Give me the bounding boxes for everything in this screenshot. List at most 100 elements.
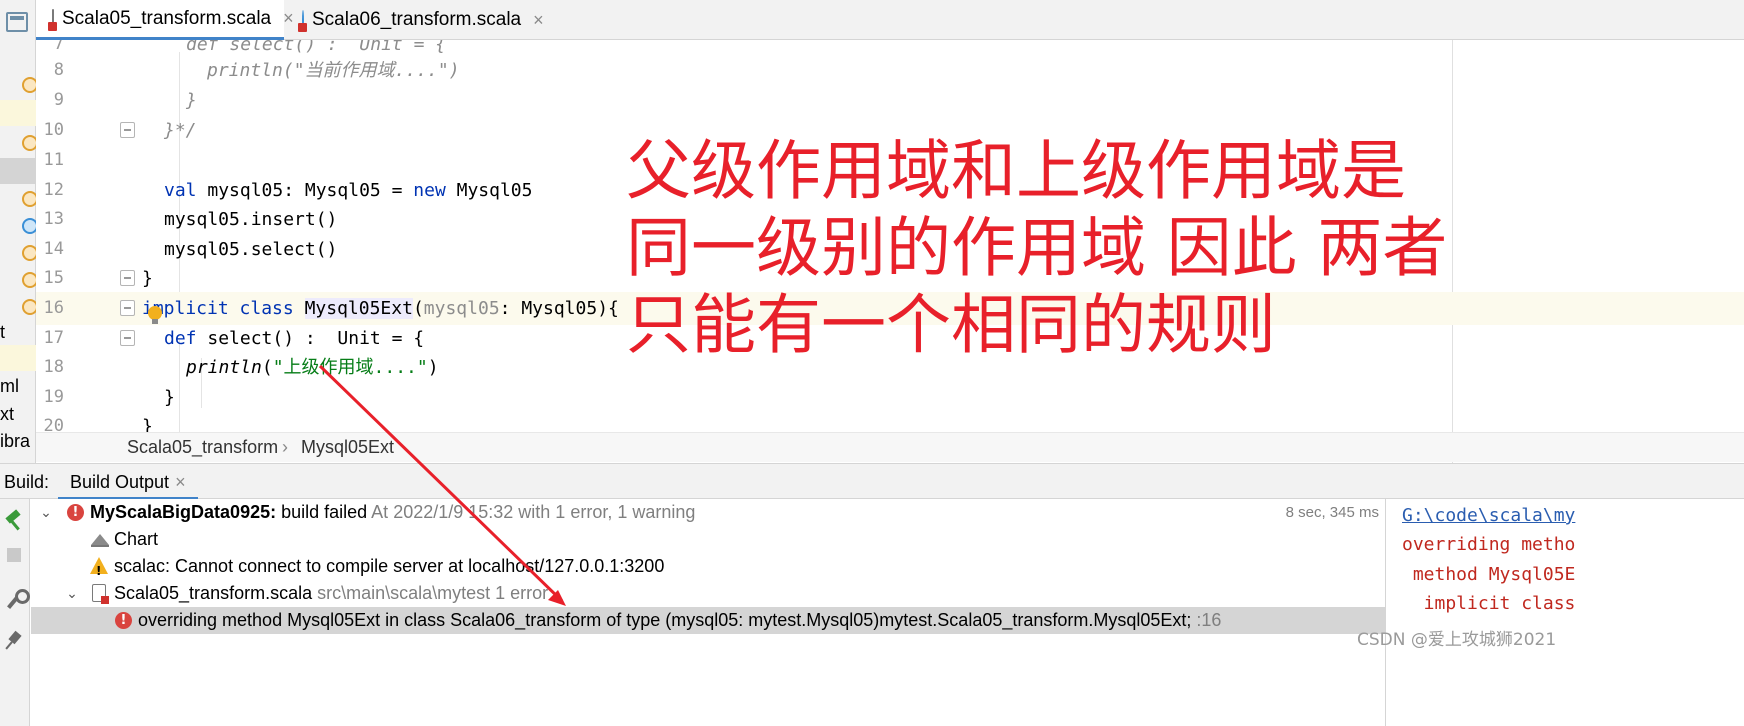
project-tree-row[interactable]	[0, 294, 38, 320]
line-number: 13	[43, 209, 64, 229]
build-output-tree: ⌄ MyScalaBigData0925: build failed At 20…	[31, 499, 1385, 726]
tree-row-file[interactable]: ⌄ Scala05_transform.scala src\main\scala…	[31, 580, 1385, 607]
error-line-number: :16	[1191, 610, 1222, 630]
intention-bulb-icon[interactable]	[148, 306, 162, 324]
project-tree-row[interactable]	[0, 345, 36, 371]
project-tree-row[interactable]	[0, 130, 38, 156]
project-view-icon[interactable]	[6, 12, 28, 32]
breadcrumb: Scala05_transform › Mysql05Ext	[36, 432, 1744, 462]
project-tree-row[interactable]	[0, 267, 38, 293]
build-toolbar	[0, 499, 30, 726]
code-token: )	[448, 60, 460, 81]
code-line[interactable]: 8 println("当前作用域....")	[36, 54, 1744, 87]
code-token: val	[164, 180, 197, 201]
code-token: mysql05.insert()	[164, 209, 338, 230]
breadcrumb-item[interactable]: Mysql05Ext	[301, 437, 394, 458]
build-hammer-icon[interactable]	[4, 509, 26, 531]
chevron-down-icon[interactable]: ⌄	[39, 499, 53, 526]
build-detail: At 2022/1/9 15:32 with 1 error, 1 warnin…	[367, 502, 696, 522]
tree-row-build-result[interactable]: ⌄ MyScalaBigData0925: build failed At 20…	[31, 499, 1385, 526]
line-number: 15	[43, 268, 64, 288]
fold-toggle-icon[interactable]	[120, 330, 135, 346]
fold-toggle-icon[interactable]	[120, 300, 135, 316]
code-token: }*/	[164, 120, 197, 141]
project-tree-row[interactable]	[0, 213, 38, 239]
project-tree-fragment: t	[0, 322, 6, 342]
error-icon	[67, 499, 84, 526]
fold-toggle-icon[interactable]	[120, 122, 135, 138]
pin-icon[interactable]	[4, 629, 26, 651]
tab-build-output[interactable]: Build Output ×	[58, 464, 198, 500]
settings-wrench-icon[interactable]	[4, 589, 30, 611]
project-tree-fragment: xt	[0, 404, 15, 424]
close-icon[interactable]: ×	[175, 472, 186, 492]
build-tool-window-header: Build: Build Output ×	[0, 463, 1744, 500]
code-token: }	[186, 90, 197, 111]
console-line: implicit class	[1402, 593, 1576, 614]
fold-toggle-icon[interactable]	[120, 270, 135, 286]
editor-tab-bar: Scala05_transform.scala × Scala06_transf…	[36, 0, 1744, 40]
stop-icon[interactable]	[4, 545, 26, 567]
tab-label: Scala05_transform.scala	[62, 7, 272, 29]
chevron-down-icon[interactable]: ⌄	[65, 580, 79, 607]
code-token: select() : Unit = {	[218, 40, 447, 55]
line-number: 9	[53, 90, 64, 110]
annotation-text: 父级作用域和上级作用域是 同一级别的作用域 因此 两者 只能有一个相同的规则	[626, 133, 1448, 364]
line-number: 16	[43, 298, 64, 318]
scala-file-icon	[48, 8, 57, 31]
project-tree-row[interactable]	[0, 100, 36, 126]
breadcrumb-item[interactable]: Scala05_transform	[127, 437, 278, 458]
file-detail: src\main\scala\mytest 1 error	[312, 583, 549, 603]
annotation-line: 父级作用域和上级作用域是	[626, 134, 1407, 209]
warning-message: scalac: Cannot connect to compile server…	[114, 556, 665, 576]
code-line[interactable]: 9 }	[36, 84, 1744, 117]
close-icon[interactable]: ×	[533, 10, 544, 31]
scala-file-icon	[92, 584, 109, 604]
code-token: (	[261, 357, 273, 378]
console-line: overriding metho	[1402, 534, 1576, 555]
code-token: select() : Unit = {	[196, 328, 425, 349]
tab-label: Build Output	[70, 472, 170, 492]
annotation-line: 只能有一个相同的规则	[626, 288, 1277, 363]
code-token: }	[142, 268, 153, 289]
project-name: MyScalaBigData0925:	[90, 502, 277, 522]
code-token: println	[186, 357, 262, 378]
code-token: "当前作用域...."	[293, 60, 449, 81]
error-icon	[115, 607, 132, 634]
build-status: build failed	[276, 502, 368, 522]
project-tree-fragment: ml	[0, 376, 19, 396]
tree-row-chart[interactable]: Chart	[31, 526, 1385, 553]
code-token: mysql05: Mysql05 =	[196, 180, 414, 201]
tab-label: Scala06_transform.scala	[312, 9, 522, 30]
chart-label: Chart	[114, 529, 159, 549]
build-duration: 8 sec, 345 ms	[1285, 504, 1379, 521]
code-token: Mysql05Ext	[304, 298, 413, 319]
project-tree-row[interactable]	[0, 186, 38, 212]
line-number: 10	[43, 120, 64, 140]
tree-row-error-selected[interactable]: overriding method Mysql05Ext in class Sc…	[31, 607, 1385, 634]
scala-class-file-icon	[298, 10, 307, 32]
project-tool-strip: t ml xt ibra	[0, 0, 38, 488]
code-token: "上级作用域...."	[272, 357, 428, 378]
build-label: Build:	[4, 472, 50, 492]
tree-row-warning[interactable]: scalac: Cannot connect to compile server…	[31, 553, 1385, 585]
file-name: Scala05_transform.scala	[114, 583, 313, 603]
warning-icon	[90, 557, 108, 585]
console-line: method Mysql05E	[1402, 564, 1576, 585]
code-token: mysql05	[423, 298, 500, 319]
build-console-output[interactable]: G:\code\scala\my overriding metho method…	[1385, 499, 1744, 726]
line-number: 11	[43, 150, 64, 170]
project-tree-row-selected[interactable]	[0, 158, 36, 184]
tab-scala05-transform[interactable]: Scala05_transform.scala ×	[36, 0, 294, 40]
file-path-link[interactable]: G:\code\scala\my	[1402, 501, 1575, 531]
project-tree-fragment: ibra	[0, 431, 31, 451]
breadcrumb-separator: ›	[282, 437, 288, 457]
code-token: : Mysql05){	[499, 298, 619, 319]
project-tree-row[interactable]	[0, 240, 38, 266]
annotation-line: 同一级别的作用域 因此 两者	[626, 211, 1448, 286]
project-tree-row[interactable]	[0, 72, 38, 98]
tab-scala06-transform[interactable]: Scala06_transform.scala ×	[286, 0, 544, 40]
code-token: class	[239, 298, 294, 319]
line-number: 8	[53, 60, 64, 80]
chart-icon	[91, 533, 109, 547]
